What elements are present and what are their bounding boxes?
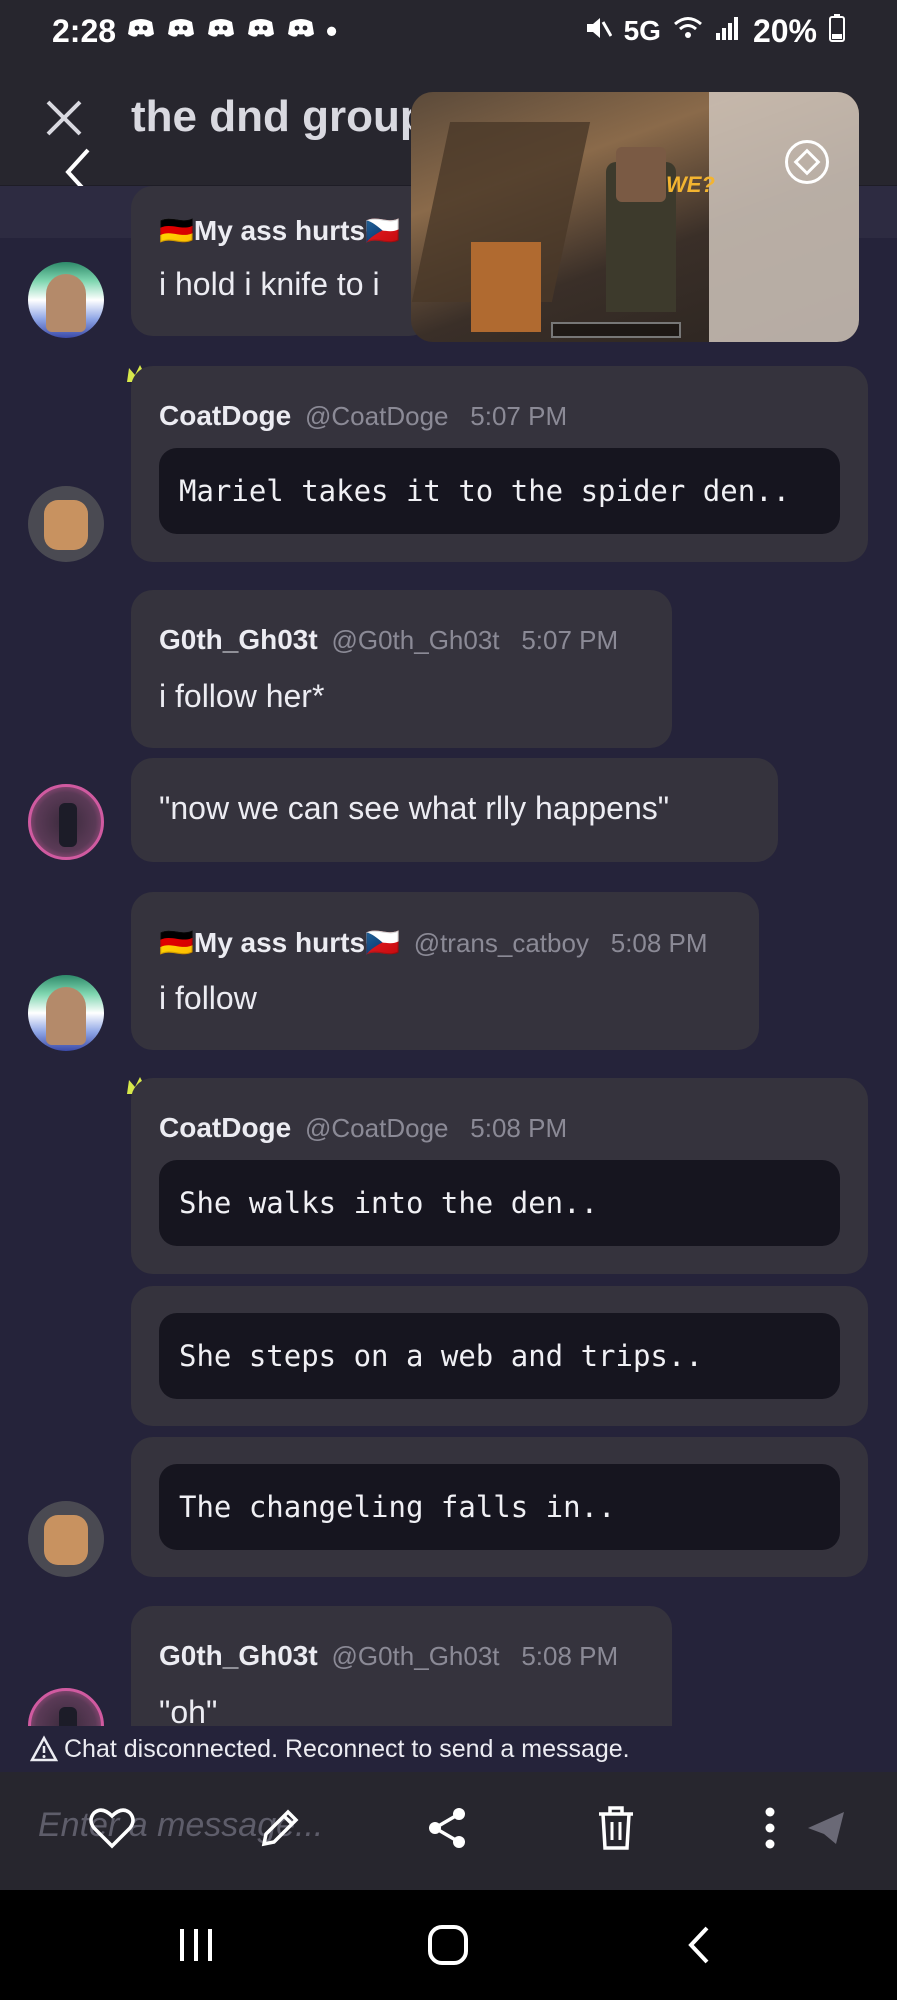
discord-icon <box>286 16 316 47</box>
close-icon[interactable] <box>44 98 84 138</box>
message-author[interactable]: CoatDoge <box>159 400 291 431</box>
picture-in-picture-video[interactable]: WE? <box>411 92 859 342</box>
heart-icon[interactable] <box>80 1796 144 1860</box>
more-icon[interactable] <box>752 1796 788 1860</box>
code-block: She walks into the den.. <box>159 1160 840 1246</box>
message-time: 5:08 PM <box>610 928 708 958</box>
message-input-bar: Enter a message... <box>0 1772 897 1890</box>
avatar[interactable] <box>28 784 104 860</box>
code-block: Mariel takes it to the spider den.. <box>159 448 840 534</box>
message-handle[interactable]: @CoatDoge <box>305 401 448 431</box>
message-card: "now we can see what rlly happens" <box>131 758 778 862</box>
battery-icon <box>829 13 845 49</box>
message-handle[interactable]: @G0th_Gh03t <box>331 1641 499 1671</box>
message-text: "now we can see what rlly happens" <box>159 790 670 826</box>
message-author[interactable]: 🇩🇪My ass hurts🇨🇿 <box>159 215 400 246</box>
message-text: i follow her* <box>159 678 325 714</box>
wifi-icon <box>673 15 703 48</box>
disconnect-text: Chat disconnected. Reconnect to send a m… <box>64 1734 630 1763</box>
notification-dot: • <box>326 12 338 49</box>
message-card: 🇩🇪My ass hurts🇨🇿 i hold i knife to i <box>131 186 431 336</box>
message-card: She steps on a web and trips.. <box>131 1286 868 1426</box>
message-time: 5:08 PM <box>521 1641 619 1671</box>
rotate-icon[interactable] <box>785 140 829 184</box>
game-hotbar <box>551 322 681 338</box>
signal-icon <box>715 15 741 48</box>
message-time: 5:07 PM <box>521 625 619 655</box>
discord-icon <box>166 16 196 47</box>
message-card: The changeling falls in.. <box>131 1437 868 1577</box>
code-block: The changeling falls in.. <box>159 1464 840 1550</box>
recents-icon[interactable] <box>166 1920 226 1970</box>
video-overlay-text: WE? <box>666 172 715 197</box>
message-author[interactable]: G0th_Gh03t <box>159 624 318 655</box>
message-card: 🇩🇪My ass hurts🇨🇿 @trans_catboy 5:08 PM i… <box>131 892 759 1050</box>
message-handle[interactable]: @CoatDoge <box>305 1113 448 1143</box>
message-card: G0th_Gh03t @G0th_Gh03t 5:07 PM i follow … <box>131 590 672 748</box>
home-icon[interactable] <box>418 1920 478 1970</box>
code-block: She steps on a web and trips.. <box>159 1313 840 1399</box>
avatar[interactable] <box>28 975 104 1051</box>
back-icon[interactable] <box>670 1920 730 1970</box>
network-label: 5G <box>623 15 661 46</box>
battery-label: 20% <box>752 12 817 49</box>
message-time: 5:08 PM <box>470 1113 568 1143</box>
message-handle[interactable]: @G0th_Gh03t <box>331 625 499 655</box>
send-icon[interactable] <box>794 1796 858 1860</box>
discord-icon <box>206 16 236 47</box>
mute-icon <box>584 14 612 49</box>
system-nav-bar <box>0 1890 897 2000</box>
message-author[interactable]: CoatDoge <box>159 1112 291 1143</box>
chat-title: the dnd group <box>131 92 411 141</box>
warning-icon <box>30 1735 58 1762</box>
avatar[interactable] <box>28 1501 104 1577</box>
discord-icon <box>126 16 156 47</box>
message-author[interactable]: 🇩🇪My ass hurts🇨🇿 <box>159 927 400 958</box>
avatar[interactable] <box>28 262 104 338</box>
share-icon[interactable] <box>416 1796 480 1860</box>
avatar[interactable] <box>28 486 104 562</box>
pencil-icon[interactable] <box>248 1796 312 1860</box>
message-card: CoatDoge @CoatDoge 5:07 PM Mariel takes … <box>131 366 868 562</box>
disconnect-notice: Chat disconnected. Reconnect to send a m… <box>0 1726 897 1772</box>
clock: 2:28 <box>52 12 117 49</box>
message-handle[interactable]: @trans_catboy <box>414 928 589 958</box>
trash-icon[interactable] <box>584 1796 648 1860</box>
message-author[interactable]: G0th_Gh03t <box>159 1640 318 1671</box>
message-time: 5:07 PM <box>470 401 568 431</box>
message-text: i follow <box>159 980 257 1016</box>
message-text: i hold i knife to i <box>159 266 380 302</box>
message-card: CoatDoge @CoatDoge 5:08 PM She walks int… <box>131 1078 868 1274</box>
discord-icon <box>246 16 276 47</box>
status-bar: 2:28 • 5G 20% <box>0 0 897 62</box>
